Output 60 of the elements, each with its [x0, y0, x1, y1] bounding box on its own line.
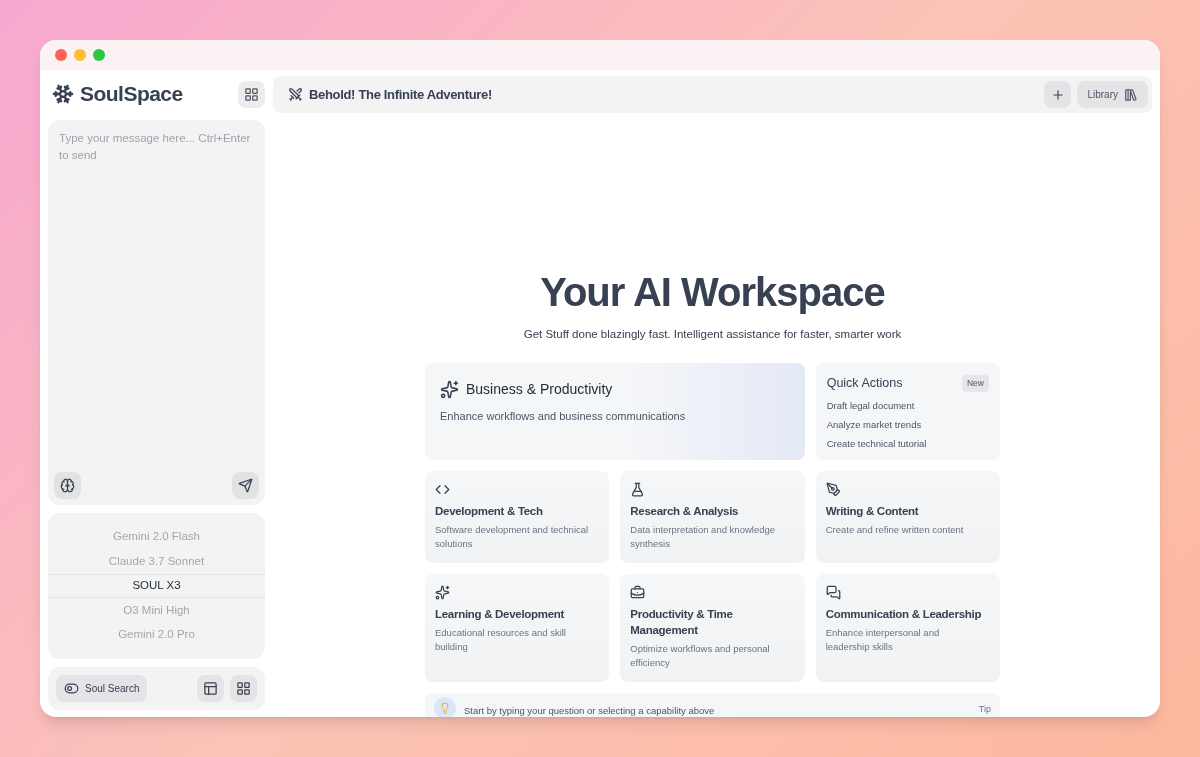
tip-label: Tip	[978, 703, 991, 717]
capability-description: Create and refine written content	[825, 523, 965, 537]
books-icon	[1124, 87, 1138, 102]
quick-action-link[interactable]: Draft legal document	[826, 398, 989, 413]
layout-button[interactable]	[197, 675, 224, 702]
apps-button[interactable]	[238, 80, 265, 108]
capability-title: Development & Tech	[435, 504, 544, 520]
capability-card[interactable]: Communication & Leadership Enhance interpersonal and leadership skills	[815, 574, 1000, 683]
send-button[interactable]	[232, 472, 259, 499]
composer-panel[interactable]: Type your message here... Ctrl+Enter to send	[48, 120, 265, 505]
brain-button[interactable]	[54, 472, 81, 499]
send-icon	[238, 478, 253, 493]
featured-card[interactable]: Business & Productivity Enhance workflows and business communications	[425, 363, 805, 461]
swords-icon	[288, 87, 303, 102]
capability-card[interactable]: Productivity & Time Management Optimize workflows and personal efficiency	[620, 574, 805, 683]
soul-search-button[interactable]: Soul Search	[56, 675, 148, 702]
capability-title: Communication & Leadership	[825, 607, 983, 623]
add-button[interactable]	[1044, 81, 1072, 108]
sparkles-icon	[435, 585, 450, 601]
capability-card[interactable]: Learning & Development Educational resources and skill building	[425, 574, 610, 683]
message-input[interactable]: Type your message here... Ctrl+Enter to send	[54, 126, 259, 472]
layout-icon	[203, 681, 218, 696]
model-option[interactable]: SOUL X3	[48, 573, 265, 599]
brain-icon	[60, 478, 75, 493]
quick-action-link[interactable]: Create technical tutorial	[826, 436, 989, 451]
capability-description: Data interpretation and knowledge synthesis	[630, 523, 777, 551]
capability-title: Research & Analysis	[630, 504, 740, 520]
quick-action-link[interactable]: Analyze market trends	[826, 417, 989, 432]
brand-name: SoulSpace	[80, 81, 183, 108]
tip-text: Start by typing your question or selecting a capability above	[464, 704, 715, 717]
quick-actions-title: Quick Actions	[826, 375, 903, 393]
chat-bubbles-icon	[825, 585, 841, 601]
flask-icon	[630, 482, 646, 498]
new-badge: New	[961, 375, 989, 392]
capability-description: Enhance interpersonal and leadership skills	[825, 626, 941, 654]
plus-icon	[1050, 87, 1065, 102]
capability-title: Learning & Development	[435, 607, 566, 623]
grid-icon	[244, 86, 259, 102]
capability-card[interactable]: Research & Analysis Data interpretation and knowledge synthesis	[620, 471, 805, 564]
capability-title: Writing & Content	[825, 504, 920, 520]
hero-subtitle: Get Stuff done blazingly fast. Intelligent assistance for faster, smarter work	[523, 327, 902, 342]
capability-title: Productivity & Time Management	[630, 607, 734, 639]
grid-icon	[236, 681, 251, 696]
capability-card[interactable]: Development & Tech Software development and technical solutions	[425, 471, 610, 564]
hero-title: Your AI Workspace	[540, 269, 885, 316]
capability-description: Educational resources and skill building	[435, 626, 567, 654]
pen-icon	[825, 482, 841, 498]
featured-description: Enhance workflows and business communications	[440, 409, 687, 425]
featured-title: Business & Productivity	[466, 380, 613, 400]
chat-title: Behold! The Infinite Adventure!	[309, 85, 492, 104]
library-button[interactable]: Library	[1077, 81, 1148, 108]
apps-button[interactable]	[230, 675, 257, 702]
capability-card[interactable]: Writing & Content Create and refine written content	[815, 471, 1000, 564]
briefcase-icon	[630, 585, 646, 601]
capability-description: Software development and technical solutions	[435, 523, 590, 551]
sparkles-icon	[440, 380, 459, 400]
lightbulb-icon	[434, 697, 456, 717]
logo-icon	[52, 83, 74, 105]
toggle-icon	[64, 681, 79, 696]
capability-description: Optimize workflows and personal efficiency	[630, 642, 771, 670]
